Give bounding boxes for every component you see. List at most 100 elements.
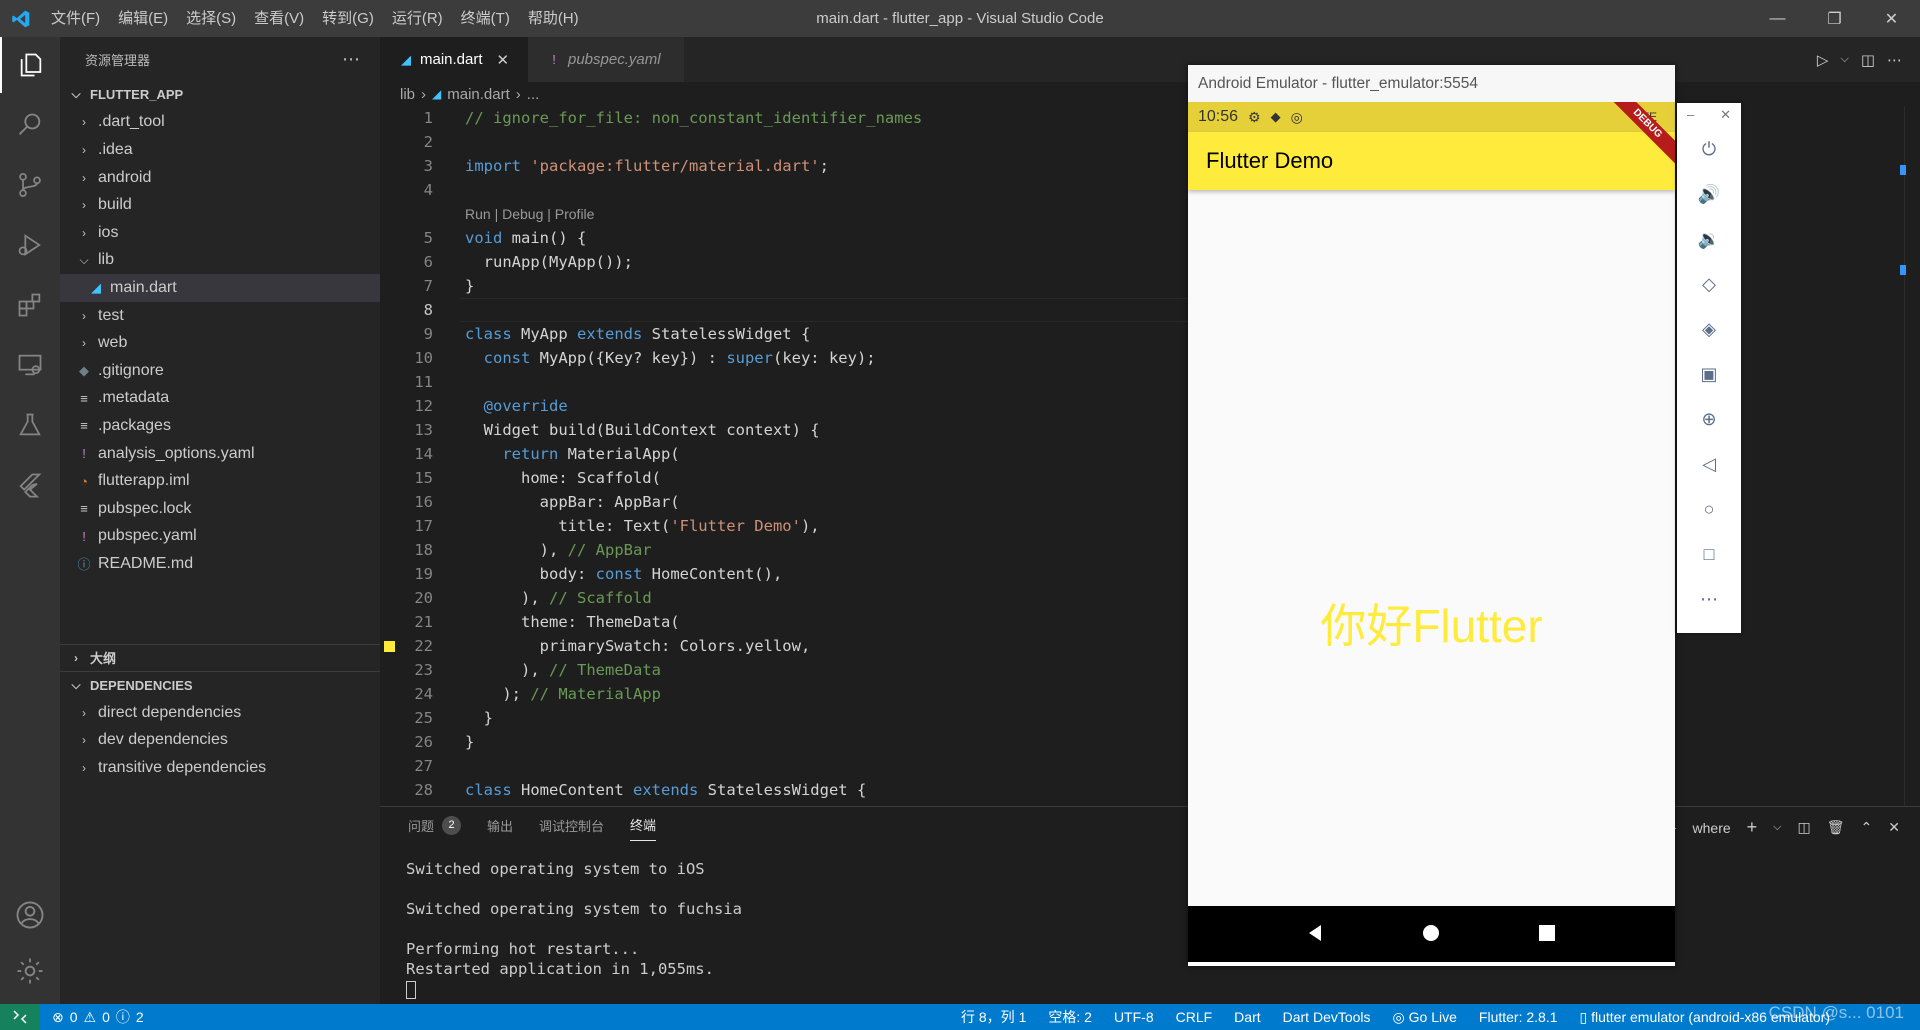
more-actions-icon[interactable]: ⋯: [1887, 51, 1902, 69]
explorer-icon[interactable]: [0, 37, 60, 93]
restore-icon[interactable]: ❐: [1806, 0, 1863, 37]
file-item[interactable]: ! analysis_options.yaml: [60, 440, 380, 468]
minimize-icon[interactable]: —: [1749, 0, 1806, 37]
source-control-icon[interactable]: [0, 157, 60, 213]
file-item[interactable]: ! pubspec.yaml: [60, 523, 380, 551]
file-item[interactable]: ◢ main.dart: [60, 274, 380, 302]
more-actions-icon[interactable]: ⋯: [342, 49, 360, 70]
file-item[interactable]: ≡ .packages: [60, 412, 380, 440]
dependency-group[interactable]: › dev dependencies: [60, 726, 380, 754]
more-icon[interactable]: ⋯: [1677, 577, 1741, 622]
testing-icon[interactable]: [0, 397, 60, 453]
remote-indicator[interactable]: [0, 1004, 40, 1030]
tab-pubspec-yaml[interactable]: ! pubspec.yaml: [528, 37, 684, 82]
overview-button[interactable]: [1537, 923, 1557, 946]
extensions-icon[interactable]: [0, 277, 60, 333]
file-item[interactable]: ≡ .metadata: [60, 385, 380, 413]
indentation[interactable]: 空格: 2: [1048, 1007, 1092, 1027]
file-item[interactable]: ◔ flutterapp.iml: [60, 467, 380, 495]
cursor-position[interactable]: 行 8，列 1: [961, 1007, 1026, 1027]
code-editor[interactable]: 1 // ignore_for_file: non_constant_identi…: [380, 106, 1190, 806]
menu-item[interactable]: 终端(T): [452, 0, 519, 37]
menu-item[interactable]: 查看(V): [245, 0, 313, 37]
folder-item[interactable]: › .dart_tool: [60, 109, 380, 137]
trash-icon[interactable]: 🗑: [1827, 819, 1845, 836]
run-debug-icon[interactable]: [0, 217, 60, 273]
problems-summary[interactable]: ⊗ 0 ⚠ 0 ⓘ 2: [40, 1007, 144, 1027]
encoding[interactable]: UTF-8: [1114, 1009, 1154, 1025]
new-terminal-icon[interactable]: +: [1747, 817, 1758, 838]
go-live[interactable]: ◎ Go Live: [1393, 1009, 1457, 1026]
chevron-down-icon[interactable]: ⌵: [1773, 821, 1781, 834]
terminal-prompt[interactable]: [406, 979, 742, 999]
close-tab-icon[interactable]: ✕: [497, 51, 510, 69]
panel-tab[interactable]: 输出: [487, 815, 513, 841]
panel-tab[interactable]: 调试控制台: [539, 815, 604, 841]
chevron-right-icon: ›: [82, 760, 86, 775]
folder-item[interactable]: › web: [60, 329, 380, 357]
file-item[interactable]: ≡ pubspec.lock: [60, 495, 380, 523]
chevron-down-icon[interactable]: ⌵: [1840, 53, 1848, 66]
dependency-group[interactable]: › transitive dependencies: [60, 754, 380, 782]
menu-item[interactable]: 选择(S): [177, 0, 245, 37]
back-icon[interactable]: ◁: [1677, 442, 1741, 487]
panel-tab[interactable]: 问题 2: [408, 815, 462, 841]
split-editor-icon[interactable]: ◫: [1861, 51, 1875, 69]
home-icon[interactable]: ○: [1677, 487, 1741, 532]
folder-item[interactable]: › .idea: [60, 136, 380, 164]
breadcrumb-folder[interactable]: lib: [400, 86, 415, 103]
menu-item[interactable]: 帮助(H): [519, 0, 588, 37]
menu-item[interactable]: 转到(G): [313, 0, 383, 37]
folder-item[interactable]: › build: [60, 191, 380, 219]
close-window-icon[interactable]: ✕: [1863, 0, 1920, 37]
camera-icon[interactable]: ▣: [1677, 352, 1741, 397]
menu-item[interactable]: 文件(F): [42, 0, 109, 37]
tab-main-dart[interactable]: ◢ main.dart ✕: [380, 37, 528, 82]
settings-gear-icon[interactable]: [0, 943, 60, 999]
dependency-group[interactable]: › direct dependencies: [60, 699, 380, 727]
folder-item[interactable]: › ios: [60, 219, 380, 247]
minimize-icon[interactable]: –: [1687, 107, 1694, 123]
phone-screen[interactable]: 10:56 ⚙ ◆ ◎ LTE Flutter Demo DEBUG 你好Flu…: [1188, 102, 1675, 962]
volume-up-icon[interactable]: 🔊: [1677, 172, 1741, 217]
folder-item[interactable]: › android: [60, 164, 380, 192]
maximize-panel-icon[interactable]: ⌃: [1861, 819, 1873, 836]
volume-down-icon[interactable]: 🔉: [1677, 217, 1741, 262]
close-panel-icon[interactable]: ✕: [1888, 819, 1900, 836]
breadcrumb-file[interactable]: main.dart: [447, 86, 510, 103]
rotate-left-icon[interactable]: ◇: [1677, 262, 1741, 307]
folder-item[interactable]: › test: [60, 302, 380, 330]
account-icon[interactable]: [0, 887, 60, 943]
project-section-header[interactable]: ⌵ FLUTTER_APP: [60, 81, 380, 109]
end-of-line[interactable]: CRLF: [1176, 1009, 1213, 1025]
dependencies-section-header[interactable]: ⌵ DEPENDENCIES: [60, 671, 380, 699]
breadcrumb-more[interactable]: ...: [527, 86, 540, 103]
terminal-output[interactable]: Switched operating system to iOS Switched…: [406, 859, 742, 999]
menu-item[interactable]: 编辑(E): [109, 0, 177, 37]
language-mode[interactable]: Dart: [1234, 1009, 1260, 1025]
panel-tab-label: 问题: [408, 818, 435, 834]
home-button[interactable]: [1421, 923, 1441, 946]
folder-item[interactable]: ⌵ lib: [60, 247, 380, 275]
file-item[interactable]: ⓘ README.md: [60, 550, 380, 578]
back-button[interactable]: [1306, 923, 1326, 946]
flutter-version[interactable]: Flutter: 2.8.1: [1479, 1009, 1558, 1025]
menu-item[interactable]: 运行(R): [383, 0, 452, 37]
remote-explorer-icon[interactable]: [0, 337, 60, 393]
code-lens[interactable]: Run | Debug | Profile: [465, 202, 594, 226]
zoom-icon[interactable]: ⊕: [1677, 397, 1741, 442]
search-icon[interactable]: [0, 97, 60, 153]
split-terminal-icon[interactable]: ◫: [1798, 819, 1811, 836]
rotate-right-icon[interactable]: ◈: [1677, 307, 1741, 352]
overview-icon[interactable]: □: [1677, 532, 1741, 577]
editor-scrollbar[interactable]: [1904, 106, 1920, 806]
close-icon[interactable]: ✕: [1720, 107, 1731, 123]
run-icon[interactable]: ▷: [1817, 51, 1829, 69]
panel-tab[interactable]: 终端: [630, 815, 657, 841]
terminal-shell-label[interactable]: where: [1693, 820, 1731, 836]
dart-devtools[interactable]: Dart DevTools: [1283, 1009, 1371, 1025]
outline-section-header[interactable]: › 大纲: [60, 643, 380, 672]
flutter-icon[interactable]: [0, 457, 60, 513]
power-icon[interactable]: ⏻: [1677, 127, 1741, 172]
file-item[interactable]: ◆ .gitignore: [60, 357, 380, 385]
